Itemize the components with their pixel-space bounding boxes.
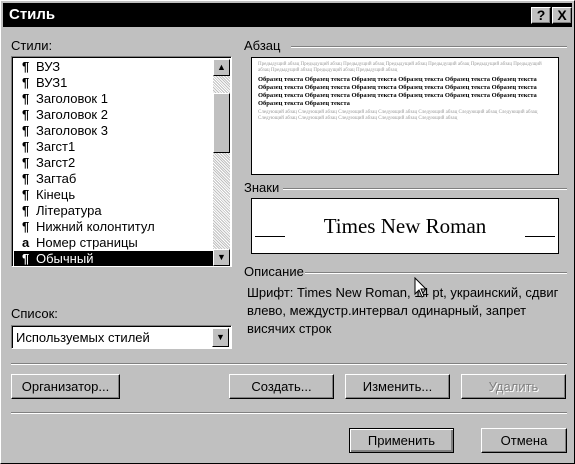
paragraph-style-icon: ¶ xyxy=(22,251,30,266)
styles-label: Стили: xyxy=(11,38,53,53)
style-list-item[interactable]: ¶ Література xyxy=(14,203,213,219)
list-value: Используемых стилей xyxy=(16,330,150,345)
create-button[interactable]: Создать... xyxy=(229,374,334,399)
scroll-down-icon[interactable]: ▼ xyxy=(213,249,230,266)
style-list-item[interactable]: ¶ Загст2 xyxy=(14,155,213,171)
separator-bottom xyxy=(11,412,567,414)
character-style-icon: a xyxy=(22,235,30,250)
window-title: Стиль xyxy=(9,6,56,23)
preview-sample-text: Образец текста Образец текста Образец те… xyxy=(258,76,537,107)
style-name: Обычный xyxy=(36,251,94,266)
style-list-item[interactable]: ¶ Кінець xyxy=(14,187,213,203)
style-list-item[interactable]: ¶ Нижний колонтитул xyxy=(14,219,213,235)
paragraph-style-icon: ¶ xyxy=(22,75,30,90)
preview-previous-text: Предыдущий абзац Предыдущий абзац Предыд… xyxy=(258,62,542,73)
cancel-button[interactable]: Отмена xyxy=(481,428,567,453)
help-button[interactable]: ? xyxy=(531,7,551,24)
apply-button[interactable]: Применить xyxy=(349,428,454,453)
style-name: Загст1 xyxy=(36,139,76,154)
style-name: Загтаб xyxy=(36,171,77,186)
separator-top xyxy=(11,363,567,365)
chars-divider xyxy=(283,188,567,190)
description-divider xyxy=(305,272,567,274)
paragraph-label: Абзац xyxy=(244,38,281,53)
style-list-item[interactable]: ¶ Заголовок 3 xyxy=(14,123,213,139)
font-preview-text: Times New Roman xyxy=(323,214,487,238)
paragraph-preview: Предыдущий абзац Предыдущий абзац Предыд… xyxy=(251,57,559,175)
preview-next-text: Следующий абзац Следующий абзац Следующи… xyxy=(258,110,538,121)
paragraph-divider xyxy=(291,46,567,48)
paragraph-style-icon: ¶ xyxy=(22,139,30,154)
style-list-item[interactable]: ¶ Заголовок 1 xyxy=(14,91,213,107)
paragraph-style-icon: ¶ xyxy=(22,107,30,122)
style-list-item[interactable]: ¶ Заголовок 2 xyxy=(14,107,213,123)
organizer-button[interactable]: Организатор... xyxy=(11,374,120,399)
style-name: Заголовок 3 xyxy=(36,123,108,138)
description-label: Описание xyxy=(244,264,304,279)
style-name: ВУЗ xyxy=(36,59,61,74)
style-name: Література xyxy=(36,203,102,218)
style-name: Заголовок 2 xyxy=(36,107,108,122)
delete-button: Удалить xyxy=(461,374,566,399)
styles-scrollbar[interactable]: ▲ ▼ xyxy=(213,59,230,266)
chars-label: Знаки xyxy=(244,180,280,195)
style-list-item[interactable]: ¶ ВУЗ1 xyxy=(14,75,213,91)
paragraph-style-icon: ¶ xyxy=(22,155,30,170)
chevron-down-icon[interactable]: ▼ xyxy=(212,328,229,347)
mouse-pointer-icon xyxy=(414,277,428,298)
paragraph-style-icon: ¶ xyxy=(22,59,30,74)
scroll-thumb[interactable] xyxy=(213,93,230,153)
style-name: Кінець xyxy=(36,187,76,202)
baseline-right xyxy=(525,236,555,237)
style-list-item[interactable]: ¶ Обычный xyxy=(14,251,213,266)
style-name: Нижний колонтитул xyxy=(36,219,155,234)
style-list-item[interactable]: ¶ Загтаб xyxy=(14,171,213,187)
font-preview: Times New Roman xyxy=(251,198,559,254)
styles-list-items: ¶ ВУЗ ¶ ВУЗ1 ¶ Заголовок 1 ¶ Заголовок 2 ¶ Заголо… xyxy=(14,59,213,266)
paragraph-style-icon: ¶ xyxy=(22,203,30,218)
paragraph-style-icon: ¶ xyxy=(22,219,30,234)
modify-button[interactable]: Изменить... xyxy=(345,374,450,399)
title-bar: Стиль ? X xyxy=(3,3,572,27)
style-dialog: Стиль ? X Стили: ¶ ВУЗ ¶ ВУЗ1 ¶ Заголовок 1 ¶ З… xyxy=(0,0,575,464)
style-name: ВУЗ1 xyxy=(36,75,68,90)
list-combobox[interactable]: Используемых стилей ▼ xyxy=(11,325,232,349)
style-name: Номер страницы xyxy=(36,235,138,250)
paragraph-style-icon: ¶ xyxy=(22,91,30,106)
style-name: Загст2 xyxy=(36,155,76,170)
paragraph-style-icon: ¶ xyxy=(22,123,30,138)
style-list-item[interactable]: a Номер страницы xyxy=(14,235,213,251)
style-name: Заголовок 1 xyxy=(36,91,108,106)
styles-listbox[interactable]: ¶ ВУЗ ¶ ВУЗ1 ¶ Заголовок 1 ¶ Заголовок 2 ¶ Заголо… xyxy=(11,56,232,267)
paragraph-style-icon: ¶ xyxy=(22,187,30,202)
scroll-up-icon[interactable]: ▲ xyxy=(213,59,230,76)
list-label: Список: xyxy=(11,306,58,321)
style-list-item[interactable]: ¶ ВУЗ xyxy=(14,59,213,75)
paragraph-style-icon: ¶ xyxy=(22,171,30,186)
description-text: Шрифт: Times New Roman, 14 pt, украински… xyxy=(247,285,559,336)
style-list-item[interactable]: ¶ Загст1 xyxy=(14,139,213,155)
close-button[interactable]: X xyxy=(552,7,572,24)
